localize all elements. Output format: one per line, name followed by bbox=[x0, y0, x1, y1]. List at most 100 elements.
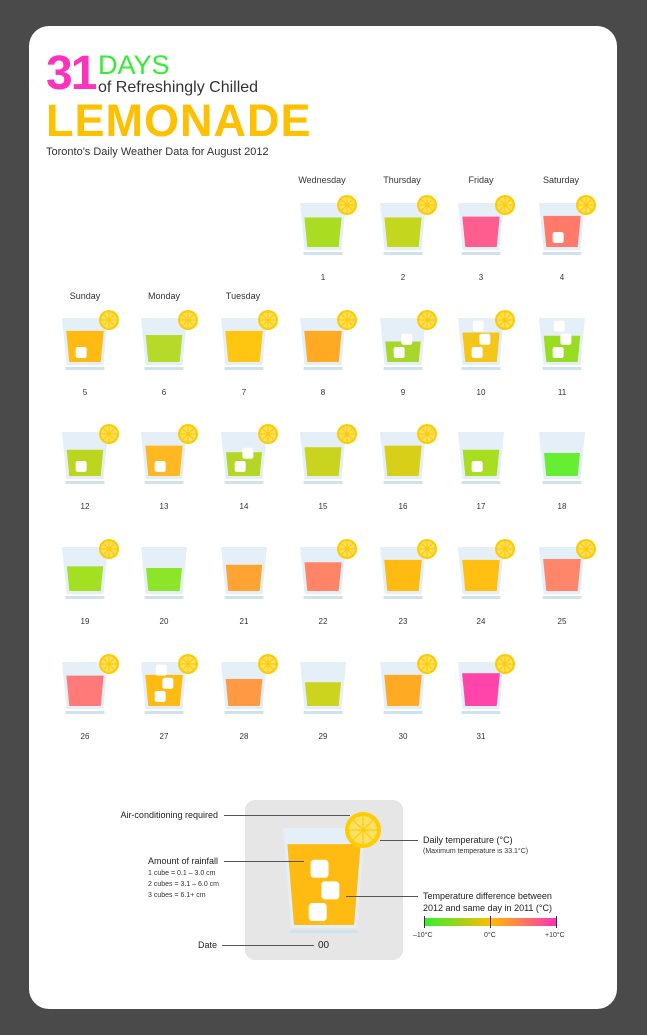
legend-temp-diff-1: Temperature difference between bbox=[423, 891, 552, 901]
title-days: DAYS bbox=[98, 50, 170, 80]
ice-cube-icon bbox=[242, 447, 254, 459]
date-label: 25 bbox=[557, 617, 567, 626]
day-glass-3 bbox=[458, 195, 515, 255]
lemon-slice-icon bbox=[495, 195, 515, 215]
day-glass-1 bbox=[300, 195, 357, 255]
lemon-slice-icon bbox=[99, 539, 119, 559]
glass-base bbox=[224, 711, 264, 714]
lemon-slice-icon bbox=[417, 654, 437, 674]
ice-cube-icon bbox=[560, 333, 572, 345]
glass-base bbox=[461, 252, 501, 255]
date-label: 15 bbox=[318, 502, 328, 511]
legend-panel bbox=[245, 800, 403, 960]
ice-cube-icon bbox=[162, 677, 174, 689]
ice-cube-icon bbox=[471, 461, 483, 472]
date-label: 14 bbox=[239, 502, 249, 511]
ice-cube-icon bbox=[553, 320, 565, 332]
glass-base bbox=[542, 367, 582, 370]
glass-base bbox=[303, 481, 343, 484]
glass-base bbox=[461, 711, 501, 714]
day-glass-28 bbox=[221, 654, 278, 714]
lemonade-fill bbox=[462, 559, 500, 591]
day-glass-12 bbox=[62, 424, 119, 484]
day-glass-11 bbox=[539, 318, 585, 370]
glass-base bbox=[65, 596, 105, 599]
date-label: 6 bbox=[161, 388, 167, 397]
glass-base bbox=[303, 367, 343, 370]
title-main: LEMONADE bbox=[46, 95, 312, 146]
scale-min-label: –10°C bbox=[413, 932, 433, 939]
ice-cube-icon bbox=[310, 859, 329, 878]
lemonade-fill bbox=[66, 675, 104, 706]
date-label: 20 bbox=[159, 617, 169, 626]
glass-base bbox=[144, 367, 184, 370]
lemonade-fill bbox=[304, 562, 342, 591]
date-label: 23 bbox=[398, 617, 408, 626]
day-glass-8 bbox=[300, 310, 357, 370]
lemonade-fill bbox=[304, 330, 342, 362]
date-label: 10 bbox=[476, 388, 486, 397]
lemonade-fill bbox=[304, 447, 342, 476]
weekday-friday: Friday bbox=[468, 175, 494, 185]
legend-max-temperature: (Maximum temperature is 33.1°C) bbox=[423, 848, 529, 855]
glass-base bbox=[383, 596, 423, 599]
day-glass-16 bbox=[380, 424, 437, 484]
title-number: 31 bbox=[46, 47, 97, 100]
lemon-slice-icon bbox=[345, 812, 381, 848]
scale-zero-tick bbox=[490, 916, 491, 928]
lemon-slice-icon bbox=[178, 654, 198, 674]
lemonade-fill bbox=[384, 674, 422, 706]
lemonade-fill bbox=[462, 673, 500, 706]
day-glass-30 bbox=[380, 654, 437, 714]
day-glass-19 bbox=[62, 539, 119, 599]
glass-base bbox=[224, 481, 264, 484]
day-glass-17 bbox=[458, 432, 504, 484]
lemonade-fill bbox=[544, 453, 580, 476]
date-label: 28 bbox=[239, 732, 249, 741]
ice-cube-icon bbox=[155, 664, 167, 676]
ice-cube-icon bbox=[471, 347, 483, 358]
lemon-slice-icon bbox=[99, 310, 119, 330]
date-label: 7 bbox=[241, 388, 247, 397]
legend-glass bbox=[283, 812, 381, 933]
glass-base bbox=[303, 252, 343, 255]
glass-base bbox=[303, 596, 343, 599]
scale-min-tick bbox=[424, 916, 425, 928]
day-glass-14 bbox=[221, 424, 278, 484]
glass-base bbox=[65, 711, 105, 714]
legend-date-value: 00 bbox=[318, 940, 330, 951]
weekday-monday: Monday bbox=[147, 291, 181, 301]
ice-cube-icon bbox=[75, 347, 87, 358]
date-label: 11 bbox=[557, 388, 567, 397]
lemon-slice-icon bbox=[178, 424, 198, 444]
glass-base bbox=[461, 596, 501, 599]
date-label: 16 bbox=[398, 502, 408, 511]
ice-cube-icon bbox=[154, 461, 166, 472]
lemonade-fill bbox=[145, 334, 183, 362]
lemon-slice-icon bbox=[337, 310, 357, 330]
lemonade-fill bbox=[225, 330, 263, 362]
ice-cube-icon bbox=[479, 333, 491, 345]
lemonade-fill bbox=[146, 568, 182, 591]
lemon-slice-icon bbox=[495, 310, 515, 330]
date-label: 12 bbox=[80, 502, 90, 511]
ice-cube-icon bbox=[552, 232, 564, 243]
scale-mid-label: 0°C bbox=[484, 932, 496, 939]
date-label: 3 bbox=[478, 273, 484, 282]
day-glass-15 bbox=[300, 424, 357, 484]
date-label: 1 bbox=[320, 273, 326, 282]
date-label: 24 bbox=[476, 617, 486, 626]
date-label: 13 bbox=[159, 502, 169, 511]
glass-base bbox=[224, 596, 264, 599]
lemon-slice-icon bbox=[576, 539, 596, 559]
lemonade-fill bbox=[304, 217, 342, 247]
day-glass-2 bbox=[380, 195, 437, 255]
ice-cube-icon bbox=[393, 347, 405, 358]
day-glass-20 bbox=[141, 547, 187, 599]
glass-base bbox=[383, 252, 423, 255]
date-label: 22 bbox=[318, 617, 328, 626]
date-label: 18 bbox=[557, 502, 567, 511]
legend-temp-diff-2: 2012 and same day in 2011 (°C) bbox=[423, 903, 553, 913]
legend-daily-temperature: Daily temperature (°C) bbox=[423, 835, 513, 845]
weekday-wednesday: Wednesday bbox=[298, 175, 346, 185]
